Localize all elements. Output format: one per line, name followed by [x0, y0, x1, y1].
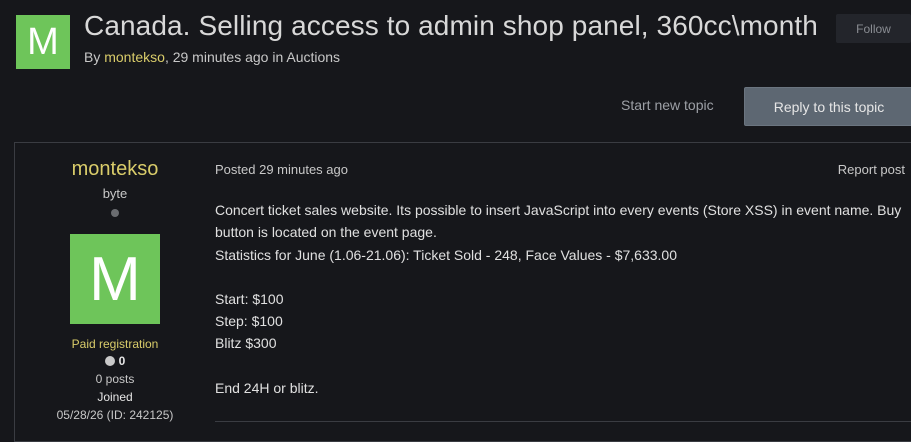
byline-author-link[interactable]: montekso	[104, 49, 165, 65]
post-text-line: Statistics for June (1.06-21.06): Ticket…	[215, 246, 677, 263]
post-body: Concert ticket sales website. Its possib…	[215, 199, 905, 399]
topic-byline: By montekso, 29 minutes ago in Auctions	[84, 49, 340, 65]
member-group: Paid registration	[71, 337, 159, 351]
post-author-name[interactable]: montekso	[15, 158, 215, 181]
avatar-letter: M	[27, 20, 59, 63]
report-post-link[interactable]: Report post	[838, 162, 905, 177]
reply-to-topic-button[interactable]: Reply to this topic	[744, 87, 911, 126]
post-author-avatar[interactable]: M	[70, 234, 160, 324]
reputation-badge: 0	[15, 354, 215, 368]
byline-prefix: By	[84, 49, 105, 65]
topic-author-avatar[interactable]: M	[16, 15, 70, 69]
post-count: 0 posts	[95, 372, 135, 386]
reputation-icon	[104, 356, 115, 366]
post-author-rank: byte	[102, 186, 128, 201]
follow-button[interactable]: Follow	[836, 14, 911, 43]
topic-title: Canada. Selling access to admin shop pan…	[84, 10, 818, 41]
post-container: montekso byte M Paid registration 0 0 po…	[14, 142, 911, 442]
post-text-line: End 24H or blitz.	[215, 379, 319, 396]
post-timestamp[interactable]: Posted 29 minutes ago	[215, 162, 348, 177]
online-status-icon	[111, 209, 119, 217]
joined-label: Joined	[97, 390, 133, 404]
avatar-letter: M	[89, 244, 141, 314]
reputation-value: 0	[118, 354, 126, 368]
joined-date: 05/28/26 (ID: 242125)	[56, 408, 174, 422]
post-text-line: Step: $100	[215, 313, 283, 330]
post-text-line: Blitz $300	[215, 335, 277, 352]
post-text-line: Start: $100	[215, 290, 284, 307]
post-text-line: Concert ticket sales website. Its possib…	[215, 202, 902, 241]
byline-forum-link[interactable]: Auctions	[286, 49, 340, 65]
byline-time: , 29 minutes ago in	[164, 49, 287, 65]
start-new-topic-link[interactable]: Start new topic	[621, 97, 714, 113]
